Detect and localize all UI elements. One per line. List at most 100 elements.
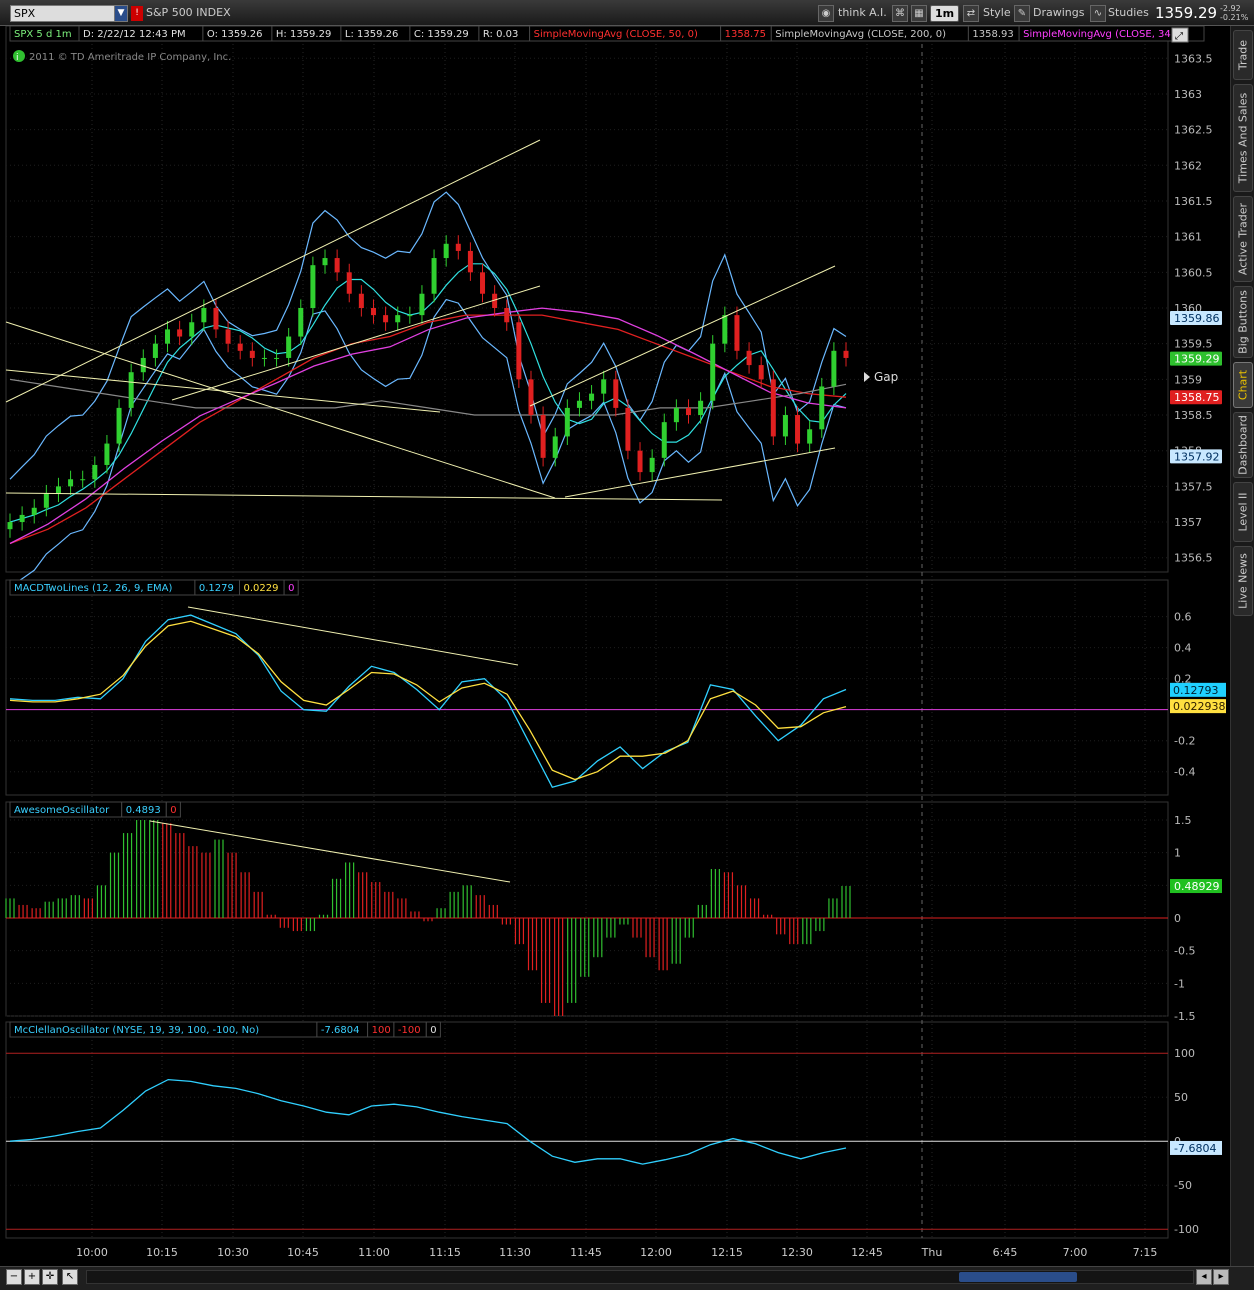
x-axis-label: 11:15 bbox=[429, 1246, 461, 1259]
scroll-right-button[interactable]: ▸ bbox=[1213, 1269, 1229, 1285]
candle-body bbox=[528, 379, 534, 416]
candle-body bbox=[758, 365, 764, 380]
scroll-left-button[interactable]: ◂ bbox=[1196, 1269, 1212, 1285]
mcclellan-y-tick: -100 bbox=[1174, 1223, 1199, 1236]
pointer-button[interactable]: ↖ bbox=[62, 1269, 78, 1285]
studies-icon[interactable]: ∿ bbox=[1090, 5, 1106, 22]
price-y-tick: 1363.5 bbox=[1174, 52, 1213, 65]
candle-body bbox=[286, 336, 292, 358]
side-tab-dashboard[interactable]: Dashboard bbox=[1233, 412, 1253, 478]
alert-flag-icon[interactable]: ! bbox=[131, 6, 143, 21]
candle-body bbox=[116, 407, 122, 444]
candle-body bbox=[358, 293, 364, 308]
candle-body bbox=[237, 343, 243, 351]
x-axis-label: 10:30 bbox=[217, 1246, 249, 1259]
zoom-out-button[interactable]: − bbox=[6, 1269, 22, 1285]
price-panel-frame bbox=[5, 25, 1169, 573]
studies-menu[interactable]: Studies bbox=[1108, 6, 1149, 19]
candle-body bbox=[189, 322, 195, 337]
ao-y-tick: -1.5 bbox=[1174, 1010, 1195, 1023]
candle-body bbox=[431, 258, 437, 294]
macd-y-tick: -0.4 bbox=[1174, 766, 1195, 779]
price-legend-item: H: 1359.29 bbox=[276, 29, 331, 40]
ao-legend-item: 0.4893 bbox=[126, 805, 161, 816]
side-tab-level-ii[interactable]: Level II bbox=[1233, 482, 1253, 542]
candle-body bbox=[346, 272, 352, 294]
info-icon bbox=[13, 50, 25, 62]
candle-body bbox=[540, 415, 546, 458]
side-tab-trade[interactable]: Trade bbox=[1233, 30, 1253, 80]
side-tab-bar: Trade Times And Sales Active Trader Big But… bbox=[1230, 26, 1254, 1266]
gap-label: Gap bbox=[874, 370, 898, 384]
price-legend-item: 1358.75 bbox=[725, 29, 766, 40]
symbol-dropdown-icon[interactable]: ▼ bbox=[114, 5, 128, 22]
mcclellan-line bbox=[9, 1078, 847, 1165]
drawings-menu[interactable]: Drawings bbox=[1033, 6, 1084, 19]
think-ai-icon[interactable]: ◉ bbox=[818, 5, 834, 22]
x-axis-label: 11:30 bbox=[499, 1246, 531, 1259]
price-legend-item: O: 1359.26 bbox=[207, 29, 263, 40]
candle-body bbox=[225, 329, 231, 344]
mcclellan-legend-item: McClellanOscillator (NYSE, 19, 39, 100, … bbox=[14, 1025, 259, 1036]
candle-body bbox=[564, 407, 570, 437]
chart-svg[interactable]: 10:00 10:15 10:30 10:45 11:00 11:15 11:30 11:45… bbox=[0, 25, 1230, 1266]
candle-body bbox=[795, 415, 801, 444]
time-scrollbar[interactable] bbox=[86, 1270, 1194, 1284]
candle-body bbox=[661, 422, 667, 458]
mcclellan-tag-label: -7.6804 bbox=[1174, 1142, 1216, 1155]
candle-body bbox=[601, 379, 607, 394]
side-tab-active-trader[interactable]: Active Trader bbox=[1233, 196, 1253, 282]
x-axis-label: 10:45 bbox=[287, 1246, 319, 1259]
price-y-tick: 1358.5 bbox=[1174, 409, 1213, 422]
price-tag-label: 1357.92 bbox=[1174, 450, 1220, 463]
scrollbar-thumb[interactable] bbox=[959, 1272, 1077, 1282]
ao-legend-item: 0 bbox=[170, 805, 176, 816]
macd-tag-label: 0.022938 bbox=[1173, 700, 1226, 713]
crosshair-button[interactable]: ✛ bbox=[42, 1269, 58, 1285]
mcclellan-legend-item: 0 bbox=[430, 1025, 436, 1036]
x-axis-label: 12:30 bbox=[781, 1246, 813, 1259]
macd-legend-item: 0.0229 bbox=[244, 583, 279, 594]
candle-body bbox=[443, 243, 449, 259]
candle-body bbox=[782, 415, 788, 437]
ao-legend-item: AwesomeOscillator bbox=[14, 805, 110, 816]
zoom-in-button[interactable]: + bbox=[24, 1269, 40, 1285]
x-axis-label: Thu bbox=[921, 1246, 943, 1259]
candle-body bbox=[637, 450, 643, 473]
x-axis-label: 11:00 bbox=[358, 1246, 390, 1259]
side-tab-live-news[interactable]: Live News bbox=[1233, 546, 1253, 616]
compare-icon[interactable]: ⇄ bbox=[963, 5, 979, 22]
price-y-tick: 1362 bbox=[1174, 159, 1202, 172]
style-menu[interactable]: Style bbox=[983, 6, 1011, 19]
candle-body bbox=[516, 322, 522, 380]
price-y-tick: 1356.5 bbox=[1174, 552, 1213, 565]
price-legend-item: SimpleMovingAvg (CLOSE, 50, 0) bbox=[534, 29, 698, 40]
candle-body bbox=[92, 464, 98, 480]
macd-panel-frame bbox=[5, 579, 1169, 796]
candle-body bbox=[407, 315, 413, 317]
price-y-tick: 1359 bbox=[1174, 373, 1202, 386]
candle-body bbox=[249, 350, 255, 358]
mcc-panel-frame bbox=[5, 1021, 1169, 1239]
ao-y-tick: 1.5 bbox=[1174, 814, 1192, 827]
price-legend-item: D: 2/22/12 12:43 PM bbox=[83, 29, 186, 40]
candle-body bbox=[819, 386, 825, 430]
grid-icon[interactable]: ▦ bbox=[911, 5, 927, 22]
link-icon[interactable]: ⌘ bbox=[892, 5, 908, 22]
timeframe-button[interactable]: 1m bbox=[930, 5, 960, 22]
candle-body bbox=[467, 250, 473, 273]
side-tab-big-buttons[interactable]: Big Buttons bbox=[1233, 286, 1253, 358]
mcclellan-legend-item: 100 bbox=[372, 1025, 391, 1036]
chart-area[interactable]: 10:00 10:15 10:30 10:45 11:00 11:15 11:30 11:45… bbox=[0, 25, 1230, 1266]
drawings-icon[interactable]: ✎ bbox=[1014, 5, 1030, 22]
copyright-text: 2011 © TD Ameritrade IP Company, Inc. bbox=[29, 52, 231, 63]
x-axis-label: 12:00 bbox=[640, 1246, 672, 1259]
side-tab-times-and-sales[interactable]: Times And Sales bbox=[1233, 84, 1253, 192]
ao-y-tick: 0 bbox=[1174, 912, 1181, 925]
trend-line-drawing bbox=[564, 447, 836, 498]
think-ai-label[interactable]: think A.I. bbox=[838, 6, 887, 19]
price-legend-item: 1358.93 bbox=[972, 29, 1013, 40]
symbol-input[interactable]: SPX bbox=[10, 5, 115, 22]
side-tab-chart[interactable]: Chart bbox=[1233, 362, 1253, 408]
x-axis-label: 12:15 bbox=[711, 1246, 743, 1259]
